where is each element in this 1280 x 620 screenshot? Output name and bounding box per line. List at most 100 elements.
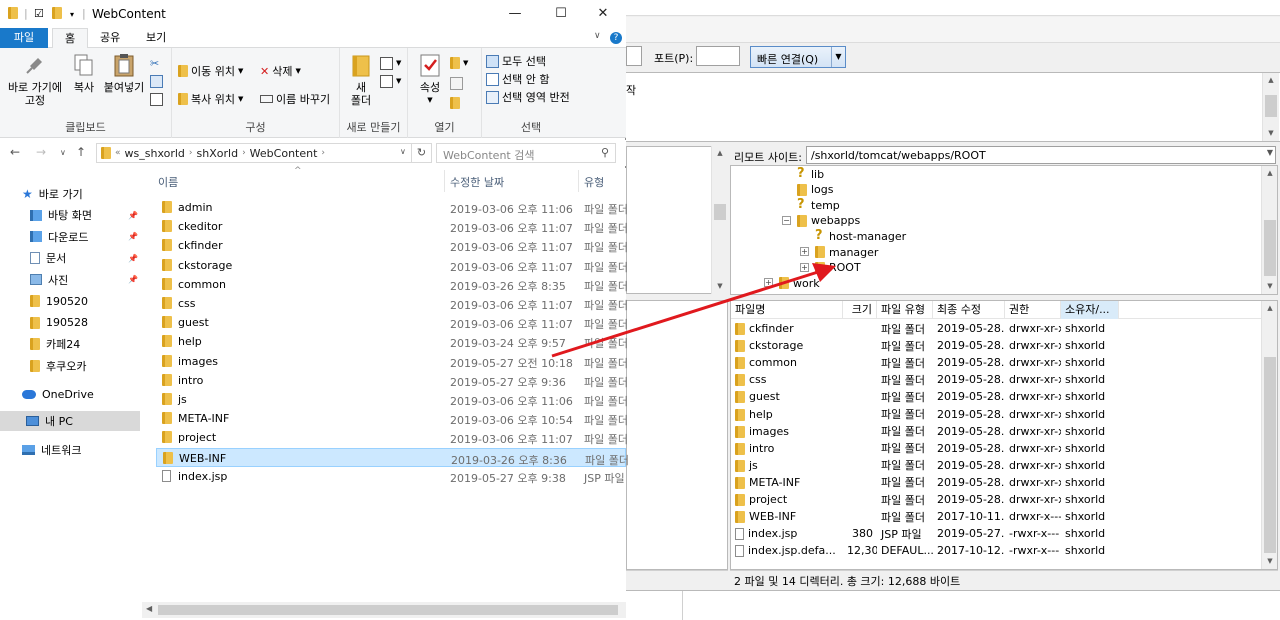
scroll-left-icon[interactable]: ◀: [146, 604, 152, 613]
breadcrumb-webcontent[interactable]: WebContent: [250, 147, 318, 160]
remote-column-1[interactable]: 크기: [843, 301, 877, 319]
address-bar[interactable]: « ws_shxorld › shXorld › WebContent ›: [96, 143, 412, 163]
remote-column-5[interactable]: 소유자/...: [1061, 301, 1119, 319]
remote-row[interactable]: css 파일 폴더 2019-05-28... drwxr-xr-x shxorld: [731, 371, 1119, 388]
file-row[interactable]: index.jsp 2019-05-27 오후 9:38 JSP 파일: [156, 467, 626, 486]
file-row[interactable]: ckstorage 2019-03-06 오후 11:07 파일 폴더: [156, 256, 628, 275]
tab-share[interactable]: 공유: [88, 28, 132, 48]
remote-row[interactable]: index.jsp 380 JSP 파일 2019-05-27... -rwxr-x--…: [731, 525, 1119, 542]
tree-node-webapps[interactable]: − webapps: [782, 213, 860, 229]
tree-node-work[interactable]: + work: [764, 275, 820, 291]
nav-item-6[interactable]: 카페24: [0, 334, 140, 354]
tree-node-root[interactable]: + ROOT: [800, 260, 861, 276]
file-row[interactable]: ckeditor 2019-03-06 오후 11:07 파일 폴더: [156, 217, 628, 236]
new-folder-icon[interactable]: [52, 7, 62, 22]
file-row[interactable]: WEB-INF 2019-03-26 오후 8:36 파일 폴더: [156, 447, 629, 467]
remote-row[interactable]: guest 파일 폴더 2019-05-28... drwxr-xr-x shxorld: [731, 388, 1119, 405]
nav-item-1[interactable]: 다운로드 📌: [0, 227, 140, 247]
tree-node-manager[interactable]: + manager: [800, 244, 878, 260]
copy-to-button[interactable]: 복사 위치 ▼: [178, 90, 243, 108]
nav-quick-access[interactable]: ★ 바로 가기: [0, 184, 140, 204]
remote-row[interactable]: WEB-INF 파일 폴더 2017-10-11... drwxr-x--- shxor…: [731, 508, 1119, 525]
file-row[interactable]: css 2019-03-06 오후 11:07 파일 폴더: [156, 294, 628, 313]
select-none-button[interactable]: 선택 안 함: [486, 70, 549, 88]
scroll-thumb[interactable]: [1264, 220, 1276, 276]
overflow-crumb[interactable]: «: [115, 148, 121, 158]
new-folder-button[interactable]: 새 폴더: [346, 52, 376, 107]
remote-path-input[interactable]: /shxorld/tomcat/webapps/ROOT ▼: [806, 146, 1276, 164]
remote-row[interactable]: project 파일 폴더 2019-05-28... drwxr-xr-x shxor…: [731, 491, 1119, 508]
remote-column-4[interactable]: 권한: [1005, 301, 1061, 319]
help-icon[interactable]: ?: [610, 32, 622, 44]
remote-row[interactable]: index.jsp.defa... 12,308 DEFAUL... 2017-10-…: [731, 542, 1119, 559]
password-input-partial[interactable]: [626, 46, 642, 66]
pin-icon[interactable]: 📌: [128, 211, 138, 220]
file-row[interactable]: guest 2019-03-06 오후 11:07 파일 폴더: [156, 313, 628, 332]
scroll-down-icon[interactable]: ▼: [1262, 554, 1277, 569]
delete-button[interactable]: ✕ 삭제 ▼: [260, 62, 301, 80]
chevron-right-icon[interactable]: ›: [321, 148, 325, 158]
remote-row[interactable]: images 파일 폴더 2019-05-28... drwxr-xr-x shxorl…: [731, 423, 1119, 440]
file-row[interactable]: common 2019-03-26 오후 8:35 파일 폴더: [156, 275, 628, 294]
open-icon[interactable]: ▼: [450, 54, 468, 72]
nav-onedrive[interactable]: OneDrive: [0, 384, 140, 404]
scroll-thumb[interactable]: [714, 204, 726, 220]
local-tree-scrollbar[interactable]: ▲ ▼: [711, 146, 728, 294]
nav-item-4[interactable]: 190520: [0, 291, 140, 311]
new-item-icon[interactable]: ▼: [380, 54, 401, 72]
edit-icon[interactable]: [450, 74, 463, 92]
select-all-button[interactable]: 모두 선택: [486, 52, 546, 70]
copy-button[interactable]: 복사: [70, 52, 98, 94]
file-row[interactable]: project 2019-03-06 오후 11:07 파일 폴더: [156, 428, 628, 447]
nav-item-3[interactable]: 사진 📌: [0, 270, 140, 290]
remote-row[interactable]: help 파일 폴더 2019-05-28... drwxr-xr-x shxorld: [731, 406, 1119, 423]
chevron-down-icon[interactable]: ∨: [594, 31, 601, 41]
nav-item-0[interactable]: 바탕 화면 📌: [0, 205, 140, 225]
scroll-thumb[interactable]: [1264, 357, 1276, 553]
pin-icon[interactable]: 📌: [128, 254, 138, 263]
pin-icon[interactable]: 📌: [128, 232, 138, 241]
expand-icon[interactable]: +: [800, 262, 809, 272]
nav-network[interactable]: 네트워크: [0, 440, 140, 460]
maximize-button[interactable]: ☐: [538, 0, 584, 28]
nav-item-5[interactable]: 190528: [0, 313, 140, 333]
nav-this-pc[interactable]: 내 PC: [0, 411, 140, 431]
remote-row[interactable]: common 파일 폴더 2019-05-28... drwxr-xr-x shxorl…: [731, 354, 1119, 371]
pin-quick-access-button[interactable]: 바로 가기에 고정: [4, 52, 66, 107]
remote-list-scrollbar[interactable]: ▲ ▼: [1261, 301, 1277, 569]
file-row[interactable]: help 2019-03-24 오후 9:57 파일 폴더: [156, 332, 628, 351]
up-arrow-icon[interactable]: ↑: [76, 145, 86, 159]
remote-tree-scrollbar[interactable]: ▲ ▼: [1261, 166, 1277, 294]
rename-button[interactable]: 이름 바꾸기: [260, 90, 330, 108]
scroll-up-icon[interactable]: ▲: [1262, 166, 1277, 181]
expand-icon[interactable]: +: [800, 247, 809, 256]
port-input[interactable]: [696, 46, 740, 66]
remote-row[interactable]: js 파일 폴더 2019-05-28... drwxr-xr-x shxorld: [731, 457, 1119, 474]
properties-button[interactable]: 속성 ▼: [414, 52, 446, 107]
collapse-icon[interactable]: −: [782, 215, 791, 225]
tree-node-lib[interactable]: ? lib: [797, 166, 824, 182]
scroll-thumb[interactable]: [158, 605, 618, 615]
forward-arrow-icon[interactable]: →: [36, 145, 46, 159]
column-type[interactable]: 유형: [584, 174, 604, 190]
file-row[interactable]: admin 2019-03-06 오후 11:06 파일 폴더: [156, 198, 628, 217]
scroll-up-icon[interactable]: ▲: [1262, 301, 1277, 316]
move-to-button[interactable]: 이동 위치 ▼: [178, 62, 243, 80]
cut-icon[interactable]: ✂: [150, 54, 159, 72]
paste-button[interactable]: 붙여넣기: [102, 52, 146, 94]
tree-node-logs[interactable]: logs: [797, 182, 834, 198]
scroll-down-icon[interactable]: ▼: [1263, 126, 1279, 141]
column-name[interactable]: 이름: [158, 174, 178, 190]
search-input[interactable]: WebContent 검색 ⚲: [436, 143, 616, 163]
expand-icon[interactable]: +: [764, 278, 773, 288]
recent-locations-chevron-icon[interactable]: ∨: [60, 148, 66, 157]
refresh-icon[interactable]: ↻: [412, 143, 432, 163]
copy-path-icon[interactable]: [150, 72, 163, 90]
remote-row[interactable]: ckstorage 파일 폴더 2019-05-28... drwxr-xr-x shx…: [731, 337, 1119, 354]
close-button[interactable]: ✕: [580, 0, 626, 28]
pin-icon[interactable]: 📌: [128, 275, 138, 284]
tab-file[interactable]: 파일: [0, 28, 48, 48]
invert-selection-button[interactable]: 선택 영역 반전: [486, 88, 570, 106]
easy-access-icon[interactable]: ▼: [380, 72, 401, 90]
tree-node-host-manager[interactable]: ? host-manager: [815, 228, 906, 244]
